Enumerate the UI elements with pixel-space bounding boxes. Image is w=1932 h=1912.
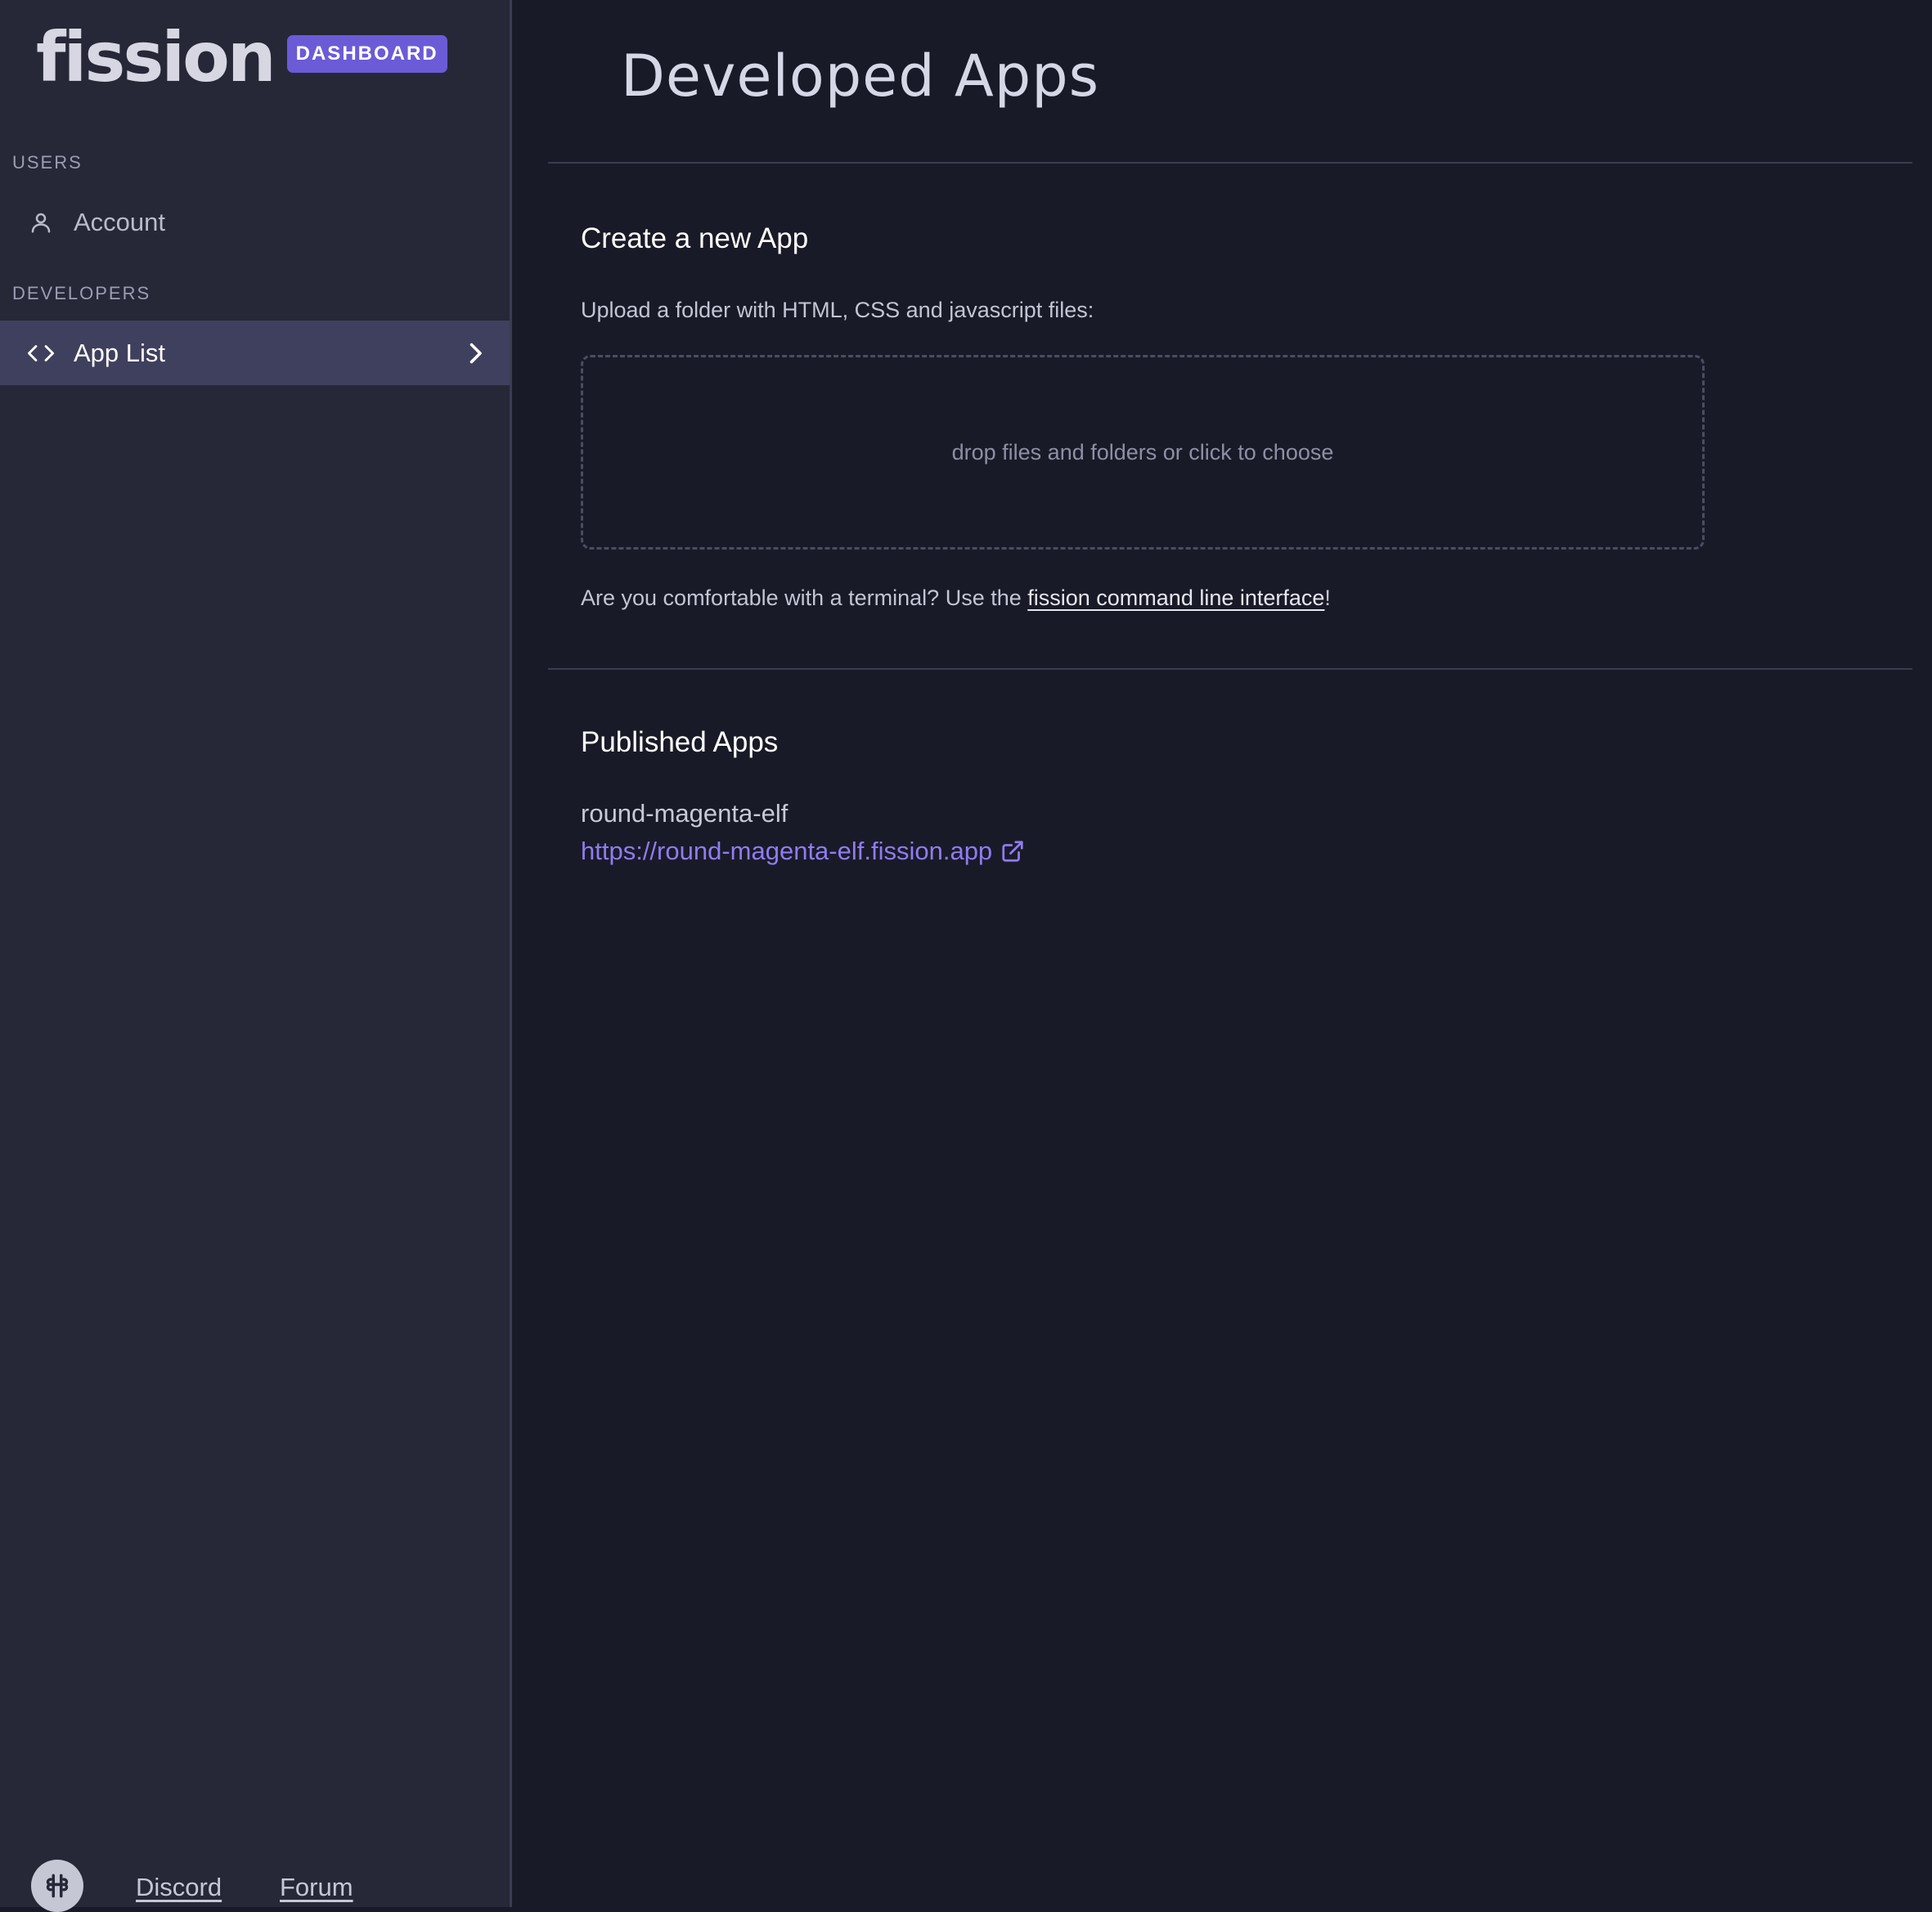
sidebar-item-account[interactable]: Account <box>0 190 510 254</box>
brand: fission DASHBOARD <box>36 23 447 92</box>
dashboard-badge: DASHBOARD <box>286 35 447 73</box>
app-url-text: https://round-magenta-elf.fission.app <box>581 837 993 865</box>
forum-link[interactable]: Forum <box>280 1873 353 1902</box>
file-dropzone[interactable]: drop files and folders or click to choos… <box>581 355 1705 550</box>
main-content: Developed Apps Create a new App Upload a… <box>512 0 1932 1907</box>
section-label-developers: DEVELOPERS <box>12 283 151 303</box>
divider <box>548 668 1912 670</box>
chevron-right-icon <box>461 337 490 374</box>
sidebar: fission DASHBOARD USERS Account DEVELOPE… <box>0 0 512 1912</box>
cli-hint: Are you comfortable with a terminal? Use… <box>581 586 1331 611</box>
sidebar-item-label: App List <box>74 338 166 367</box>
cli-hint-prefix: Are you comfortable with a terminal? Use… <box>581 586 1028 610</box>
published-apps-heading: Published Apps <box>581 726 779 758</box>
create-app-heading: Create a new App <box>581 222 809 254</box>
dropzone-text: drop files and folders or click to choos… <box>951 439 1334 465</box>
external-link-icon <box>1000 839 1025 864</box>
discord-link[interactable]: Discord <box>136 1873 222 1902</box>
app-name: round-magenta-elf <box>581 799 789 828</box>
cli-link[interactable]: fission command line interface <box>1027 586 1324 610</box>
sidebar-item-app-list[interactable]: App List <box>0 321 510 385</box>
app-url-link[interactable]: https://round-magenta-elf.fission.app <box>581 837 1025 866</box>
code-icon <box>25 337 57 370</box>
fission-logo[interactable]: fission <box>36 23 276 92</box>
page-title: Developed Apps <box>621 43 1100 110</box>
section-label-users: USERS <box>12 152 83 173</box>
divider <box>548 162 1912 164</box>
upload-instructions: Upload a folder with HTML, CSS and javas… <box>581 298 1094 322</box>
fission-logo-icon[interactable] <box>31 1860 83 1912</box>
user-icon <box>25 206 57 239</box>
cli-hint-suffix: ! <box>1324 586 1331 610</box>
sidebar-footer: Discord Forum <box>31 1860 505 1912</box>
sidebar-item-label: Account <box>74 207 166 236</box>
